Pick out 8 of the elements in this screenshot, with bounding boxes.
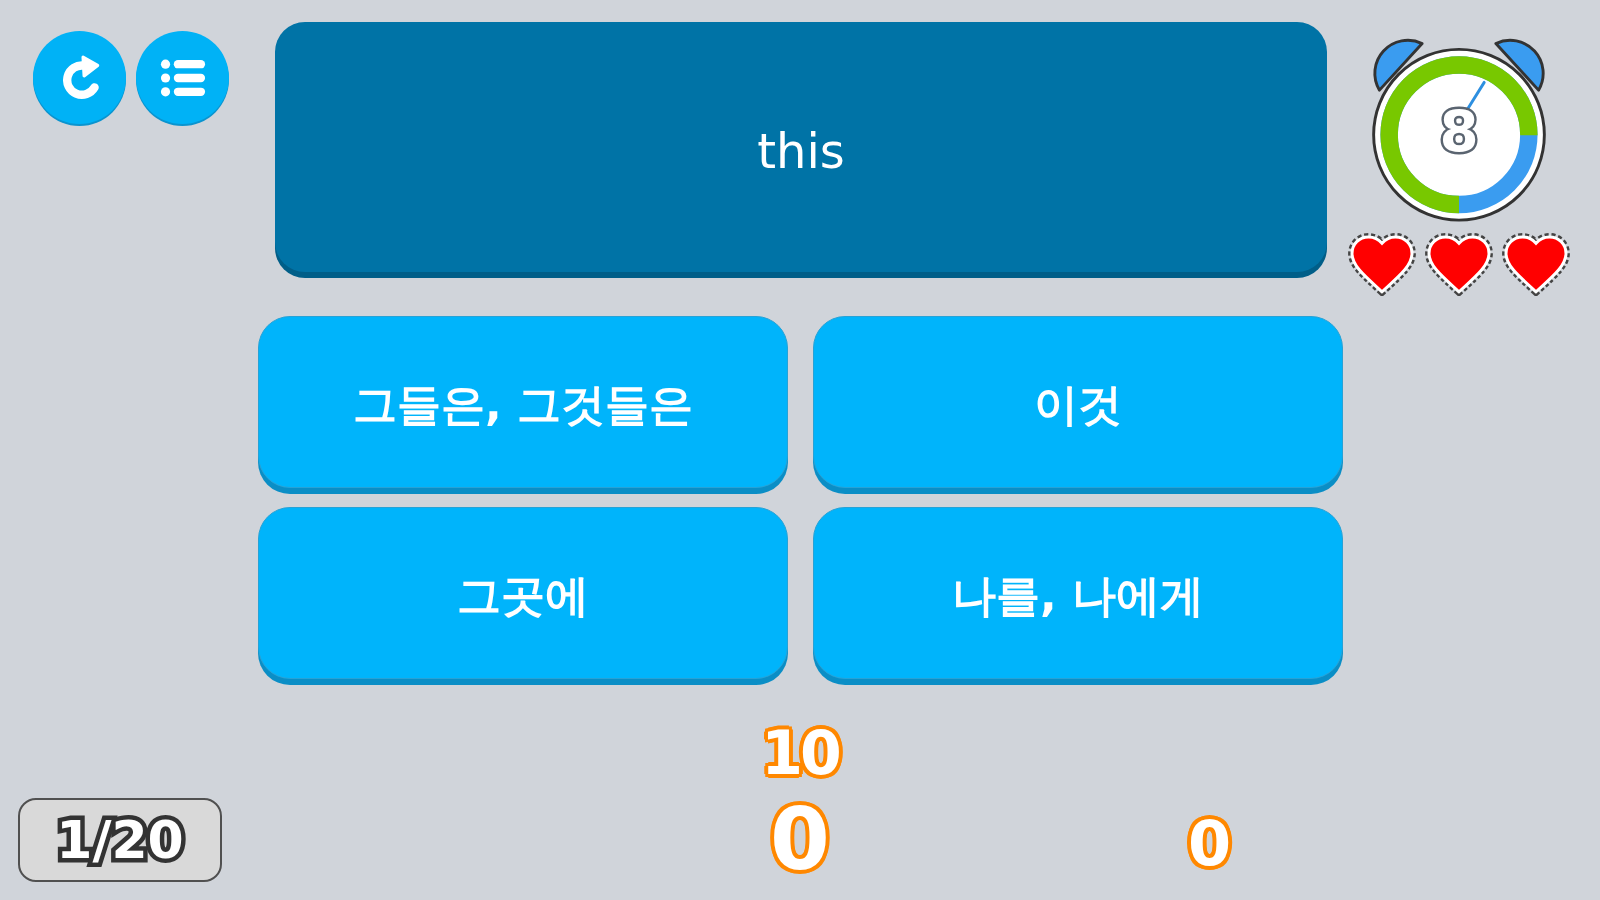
alarm-clock-icon: [1372, 38, 1546, 222]
score-popup: 10: [761, 720, 839, 786]
timer-count: 8: [1439, 100, 1479, 166]
score: 0: [770, 794, 830, 885]
refresh-icon: [62, 54, 101, 101]
question-text: this: [757, 122, 845, 181]
score-counter: 0: [1188, 810, 1232, 879]
question-counter: 1/20: [18, 798, 222, 882]
